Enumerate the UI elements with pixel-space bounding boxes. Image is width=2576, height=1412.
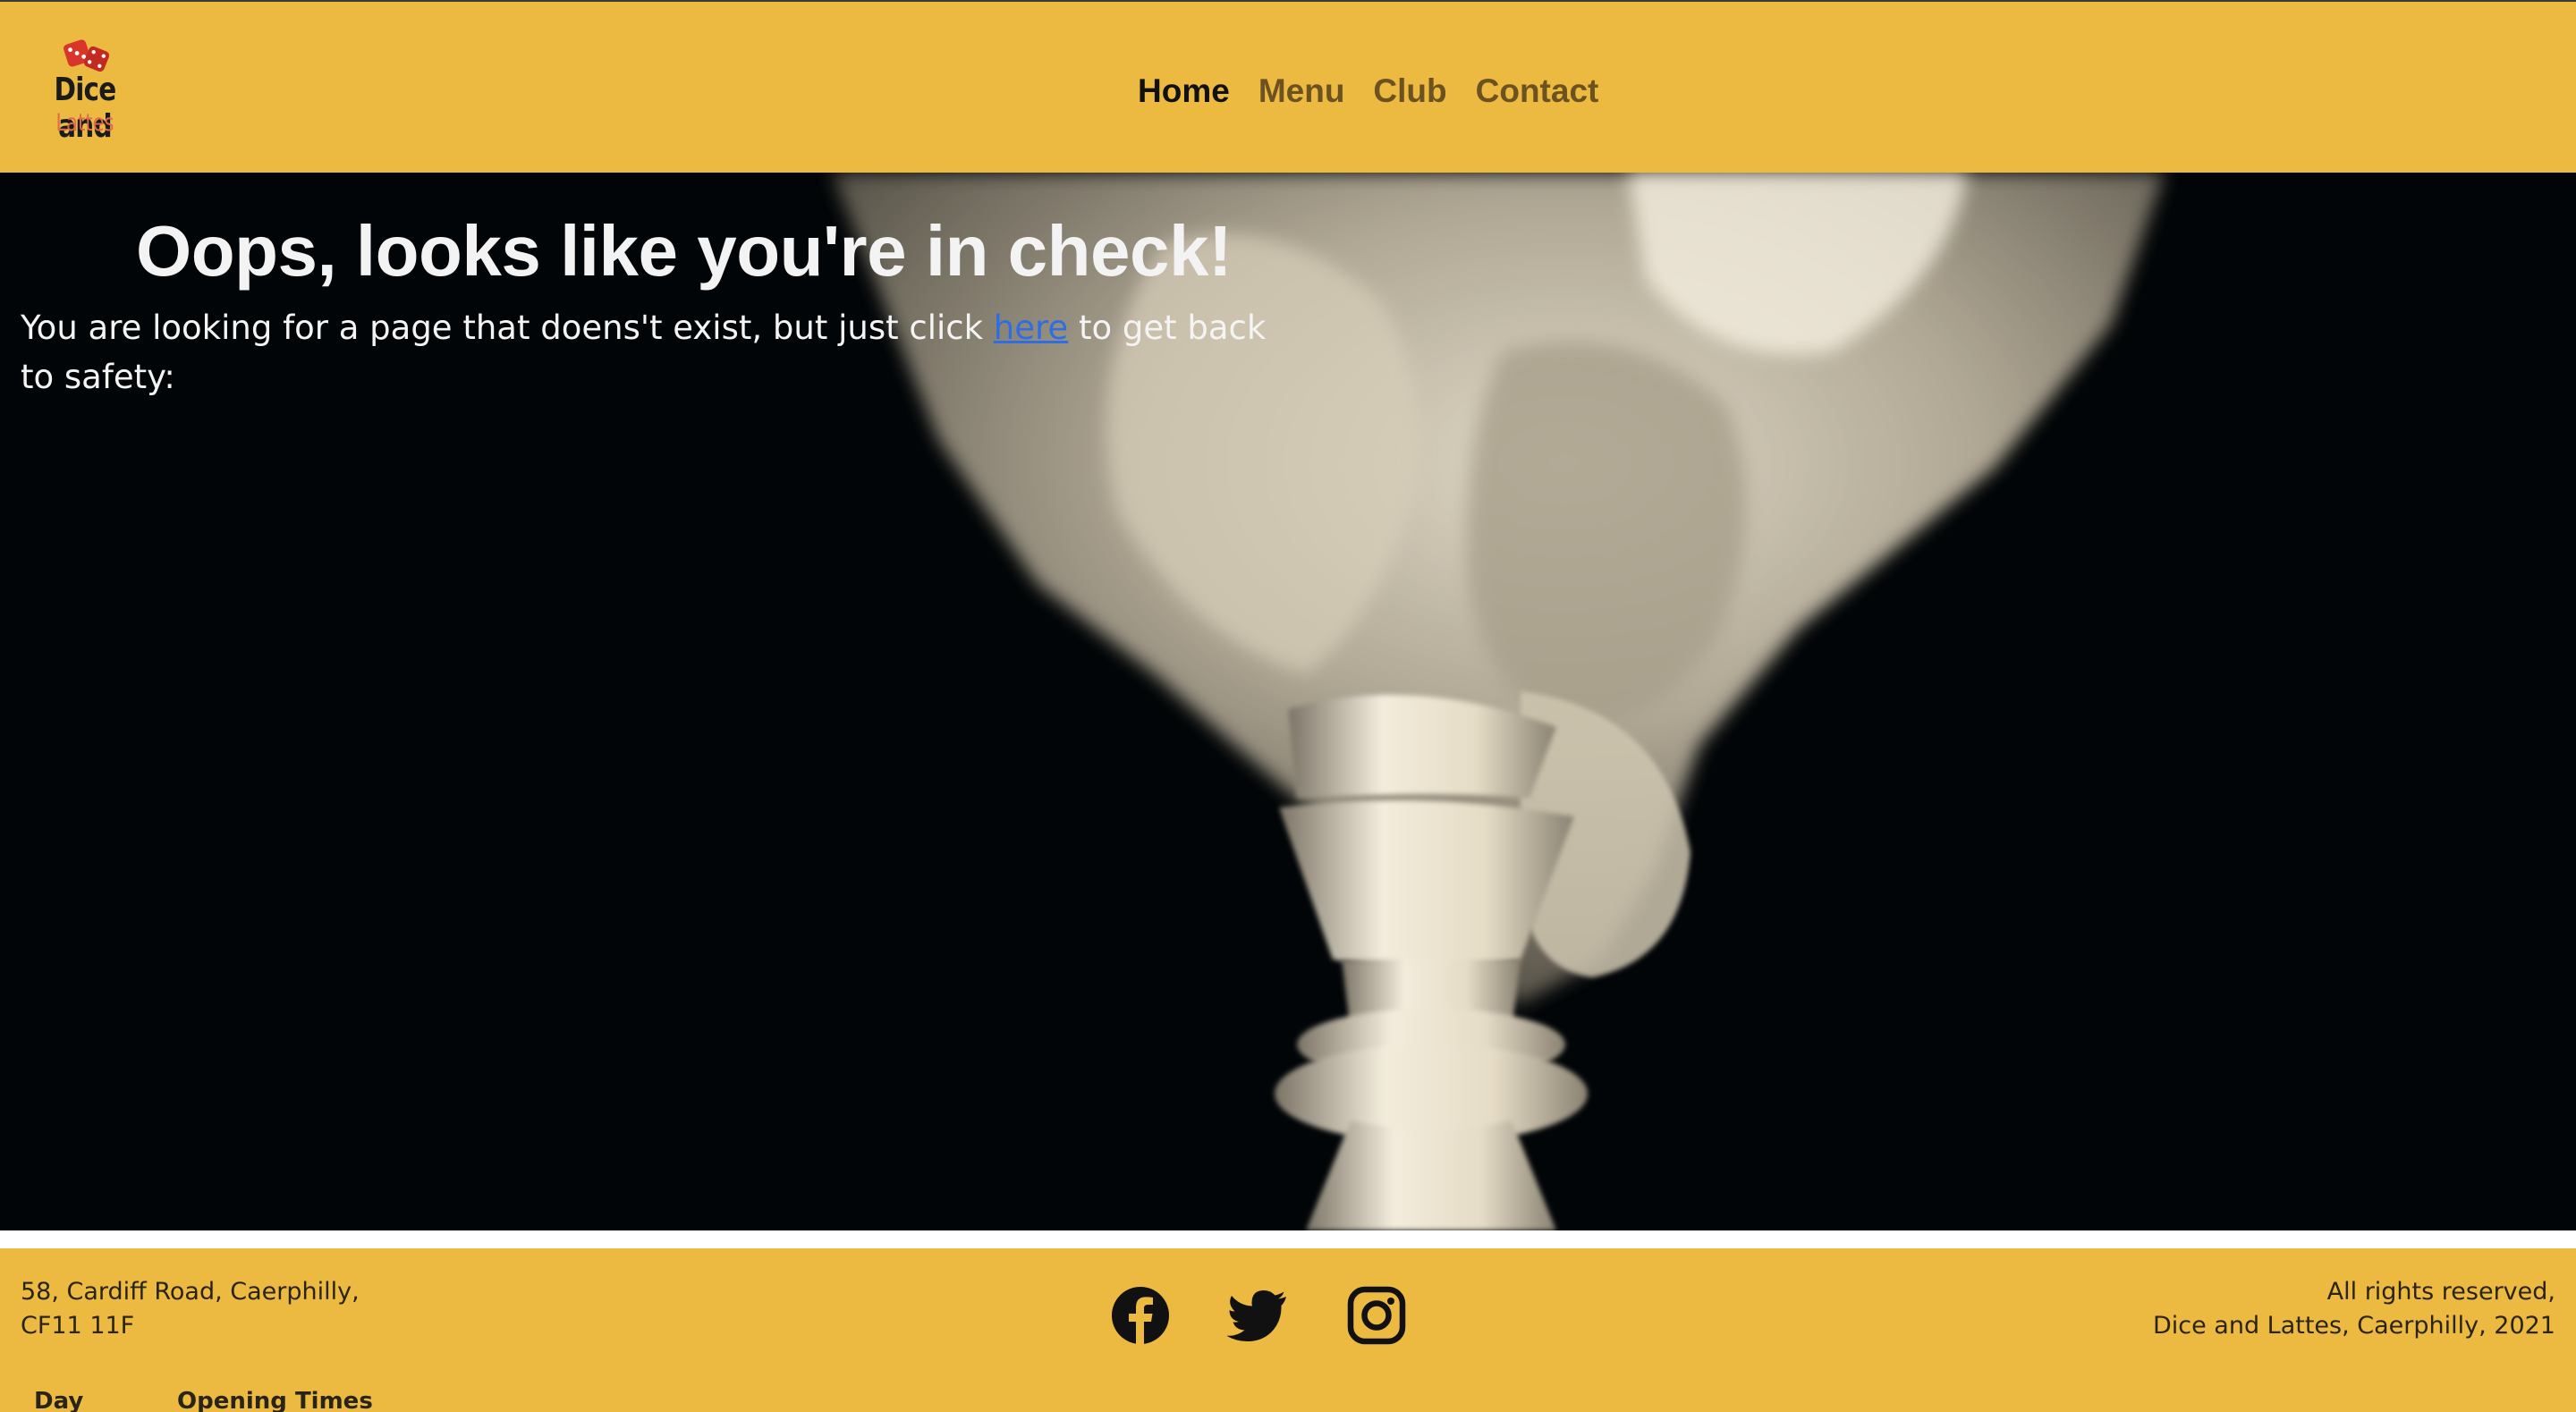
error-message: You are looking for a page that doens't …: [21, 303, 1291, 402]
address: 58, Cardiff Road, Caerphilly, CF11 11F: [21, 1278, 360, 1340]
nav-club[interactable]: Club: [1373, 72, 1446, 110]
nav-menu[interactable]: Menu: [1258, 72, 1345, 110]
rights-line2: Dice and Lattes, Caerphilly, 2021: [2152, 1312, 2555, 1340]
page-title: Oops, looks like you're in check!: [136, 211, 1233, 291]
error-text-before: You are looking for a page that doens't …: [21, 309, 994, 347]
copyright: All rights reserved, Dice and Lattes, Ca…: [2153, 1275, 2555, 1343]
main-nav: Home Menu Club Contact: [1138, 64, 1598, 118]
nav-contact[interactable]: Contact: [1476, 72, 1599, 110]
social-links: [1109, 1284, 1408, 1347]
hours-times-header: Opening Times: [177, 1388, 373, 1412]
opening-hours-header: Day Opening Times: [34, 1388, 373, 1412]
home-link[interactable]: here: [994, 309, 1068, 347]
twitter-link[interactable]: [1226, 1284, 1290, 1347]
site-header: Dice and Lattes Home Menu Club Contact: [0, 0, 2576, 173]
brand-logo[interactable]: Dice and Lattes: [27, 36, 143, 145]
twitter-icon: [1226, 1290, 1286, 1341]
hero-section: Oops, looks like you're in check! You ar…: [0, 173, 2576, 1230]
dice-icon: [64, 39, 110, 72]
facebook-link[interactable]: [1109, 1284, 1172, 1347]
instagram-link[interactable]: [1345, 1284, 1408, 1347]
brand-subname: Lattes: [55, 109, 114, 137]
facebook-icon: [1112, 1287, 1169, 1345]
hours-day-header: Day: [34, 1388, 84, 1412]
section-divider: [0, 1230, 2576, 1248]
rights-line1: All rights reserved,: [2326, 1278, 2555, 1306]
instagram-icon: [1347, 1286, 1406, 1345]
site-footer: 58, Cardiff Road, Caerphilly, CF11 11F A…: [0, 1248, 2576, 1412]
nav-home[interactable]: Home: [1138, 72, 1230, 110]
